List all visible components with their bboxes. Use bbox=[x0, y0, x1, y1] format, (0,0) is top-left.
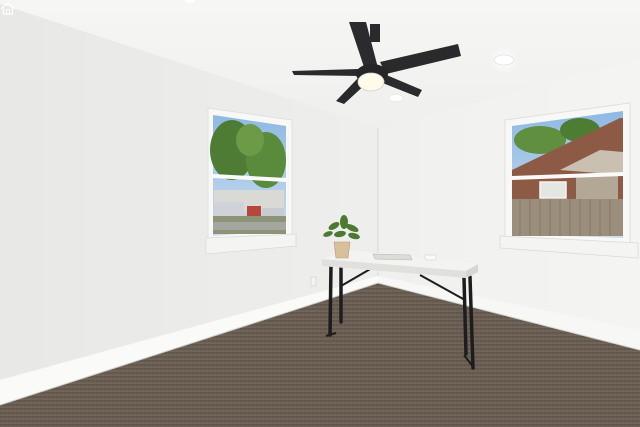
window-right bbox=[499, 102, 639, 259]
room-photo bbox=[0, 0, 640, 427]
wall-outlet bbox=[310, 276, 317, 287]
house-watermark-icon bbox=[0, 1, 16, 15]
room-illustration bbox=[0, 0, 640, 427]
window-left bbox=[205, 107, 297, 255]
recessed-light-right bbox=[490, 46, 518, 74]
recessed-light-center bbox=[388, 94, 404, 102]
